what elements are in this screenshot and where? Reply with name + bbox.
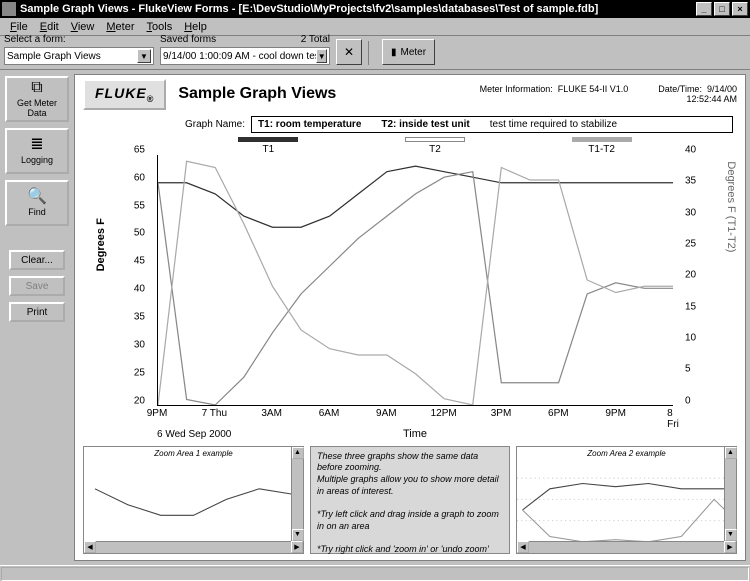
save-button: Save — [9, 276, 65, 296]
scrollbar-horizontal[interactable]: ◀▶ — [84, 541, 303, 553]
status-bar — [0, 565, 750, 581]
meter-icon: ▮ — [391, 47, 397, 58]
y-tick-left: 65 — [134, 144, 145, 155]
saved-forms-value: 9/14/00 1:00:09 AM - cool down test [Flu… — [163, 51, 316, 62]
get-meter-data-label: Get Meter Data — [7, 98, 67, 118]
minimize-button[interactable]: _ — [696, 2, 712, 16]
y-tick-right: 35 — [685, 176, 696, 187]
y-tick-left: 60 — [134, 172, 145, 183]
chart-legend: T1 T2 T1-T2 — [185, 137, 685, 155]
y-tick-left: 40 — [134, 284, 145, 295]
x-tick: 6AM — [319, 408, 340, 419]
binoculars-icon: 🔍 — [27, 189, 47, 205]
sidebar: ⧉ Get Meter Data ≣ Logging 🔍 Find Clear.… — [0, 70, 74, 565]
x-tick: 9PM — [605, 408, 626, 419]
meter-button[interactable]: ▮ Meter — [382, 39, 435, 65]
close-button[interactable]: × — [732, 2, 748, 16]
app-icon — [2, 2, 16, 16]
y-tick-left: 50 — [134, 228, 145, 239]
date-time: Date/Time: 9/14/00 12:52:44 AM — [658, 84, 737, 104]
window-title: Sample Graph Views - FlukeView Forms - [… — [20, 3, 696, 15]
y-tick-right: 0 — [685, 395, 691, 406]
menu-tools[interactable]: Tools — [141, 21, 179, 33]
y-tick-left: 20 — [134, 395, 145, 406]
y-tick-right: 30 — [685, 207, 696, 218]
y-tick-right: 5 — [685, 364, 691, 375]
series-T1-T2 — [158, 161, 673, 405]
saved-forms-label: Saved forms — [160, 34, 216, 45]
x-tick: 9PM — [147, 408, 168, 419]
x-tick: 12PM — [431, 408, 457, 419]
y-tick-right: 15 — [685, 301, 696, 312]
menu-file[interactable]: File — [4, 21, 34, 33]
main-chart[interactable]: Degrees F 20253035404550556065 051015202… — [103, 155, 727, 430]
plot-area[interactable] — [157, 155, 673, 406]
x-axis-sublabel: 6 Wed Sep 2000 — [157, 429, 231, 440]
menu-help[interactable]: Help — [178, 21, 213, 33]
scrollbar-vertical[interactable]: ▲▼ — [724, 447, 736, 541]
y-tick-left: 30 — [134, 340, 145, 351]
maximize-button[interactable]: □ — [714, 2, 730, 16]
content-area: FLUKE® Sample Graph Views Meter Informat… — [74, 74, 746, 561]
select-form-combo[interactable]: Sample Graph Views ▼ — [4, 47, 154, 65]
chevron-down-icon[interactable]: ▼ — [137, 49, 151, 63]
x-tick: 6PM — [548, 408, 569, 419]
zoom-chart-1[interactable]: Zoom Area 1 example ▲▼ ◀▶ — [83, 446, 304, 554]
y-tick-right: 25 — [685, 238, 696, 249]
graph-name-label: Graph Name: — [185, 119, 245, 130]
y-tick-left: 25 — [134, 367, 145, 378]
y-tick-left: 35 — [134, 312, 145, 323]
y-tick-left: 55 — [134, 200, 145, 211]
x-tick: 9AM — [376, 408, 397, 419]
logging-label: Logging — [21, 155, 53, 165]
select-form-value: Sample Graph Views — [7, 51, 101, 62]
formbar: Select a form: Sample Graph Views ▼ Save… — [0, 36, 750, 70]
page-title: Sample Graph Views — [178, 85, 336, 103]
find-label: Find — [28, 207, 46, 217]
x-tick: 3PM — [491, 408, 512, 419]
meter-info: Meter Information: FLUKE 54-II V1.0 — [480, 84, 629, 104]
logging-button[interactable]: ≣ Logging — [5, 128, 69, 174]
saved-forms-count: 2 Total — [301, 34, 330, 45]
chevron-down-icon[interactable]: ▼ — [316, 49, 327, 63]
x-tick: 7 Thu — [202, 408, 227, 419]
menu-meter[interactable]: Meter — [100, 21, 140, 33]
meter-button-label: Meter — [401, 47, 427, 58]
clear-button[interactable]: Clear... — [9, 250, 65, 270]
titlebar: Sample Graph Views - FlukeView Forms - [… — [0, 0, 750, 18]
get-meter-data-button[interactable]: ⧉ Get Meter Data — [5, 76, 69, 122]
fluke-logo: FLUKE® — [83, 79, 166, 110]
menu-view[interactable]: View — [65, 21, 101, 33]
graph-name-box: T1: room temperature T2: inside test uni… — [251, 116, 733, 133]
logging-icon: ≣ — [30, 137, 43, 153]
delete-button[interactable]: ✕ — [336, 39, 362, 65]
y-tick-right: 20 — [685, 270, 696, 281]
y-tick-right: 40 — [685, 144, 696, 155]
select-form-label: Select a form: — [4, 34, 154, 45]
find-button[interactable]: 🔍 Find — [5, 180, 69, 226]
print-button[interactable]: Print — [9, 302, 65, 322]
info-box: These three graphs show the same data be… — [310, 446, 510, 554]
x-tick: 8 Fri — [667, 408, 679, 430]
series-T1 — [158, 166, 673, 227]
download-icon: ⧉ — [31, 80, 42, 96]
saved-forms-combo[interactable]: 9/14/00 1:00:09 AM - cool down test [Flu… — [160, 47, 330, 65]
x-tick: 3AM — [261, 408, 282, 419]
y-axis-right-label: Degrees F (T1-T2) — [725, 162, 737, 253]
zoom-chart-2[interactable]: Zoom Area 2 example ▲▼ ◀▶ — [516, 446, 737, 554]
y-tick-left: 45 — [134, 256, 145, 267]
scrollbar-horizontal[interactable]: ◀▶ — [517, 541, 736, 553]
scrollbar-vertical[interactable]: ▲▼ — [291, 447, 303, 541]
menu-edit[interactable]: Edit — [34, 21, 65, 33]
y-tick-right: 10 — [685, 333, 696, 344]
x-axis-label: Time — [403, 428, 427, 440]
